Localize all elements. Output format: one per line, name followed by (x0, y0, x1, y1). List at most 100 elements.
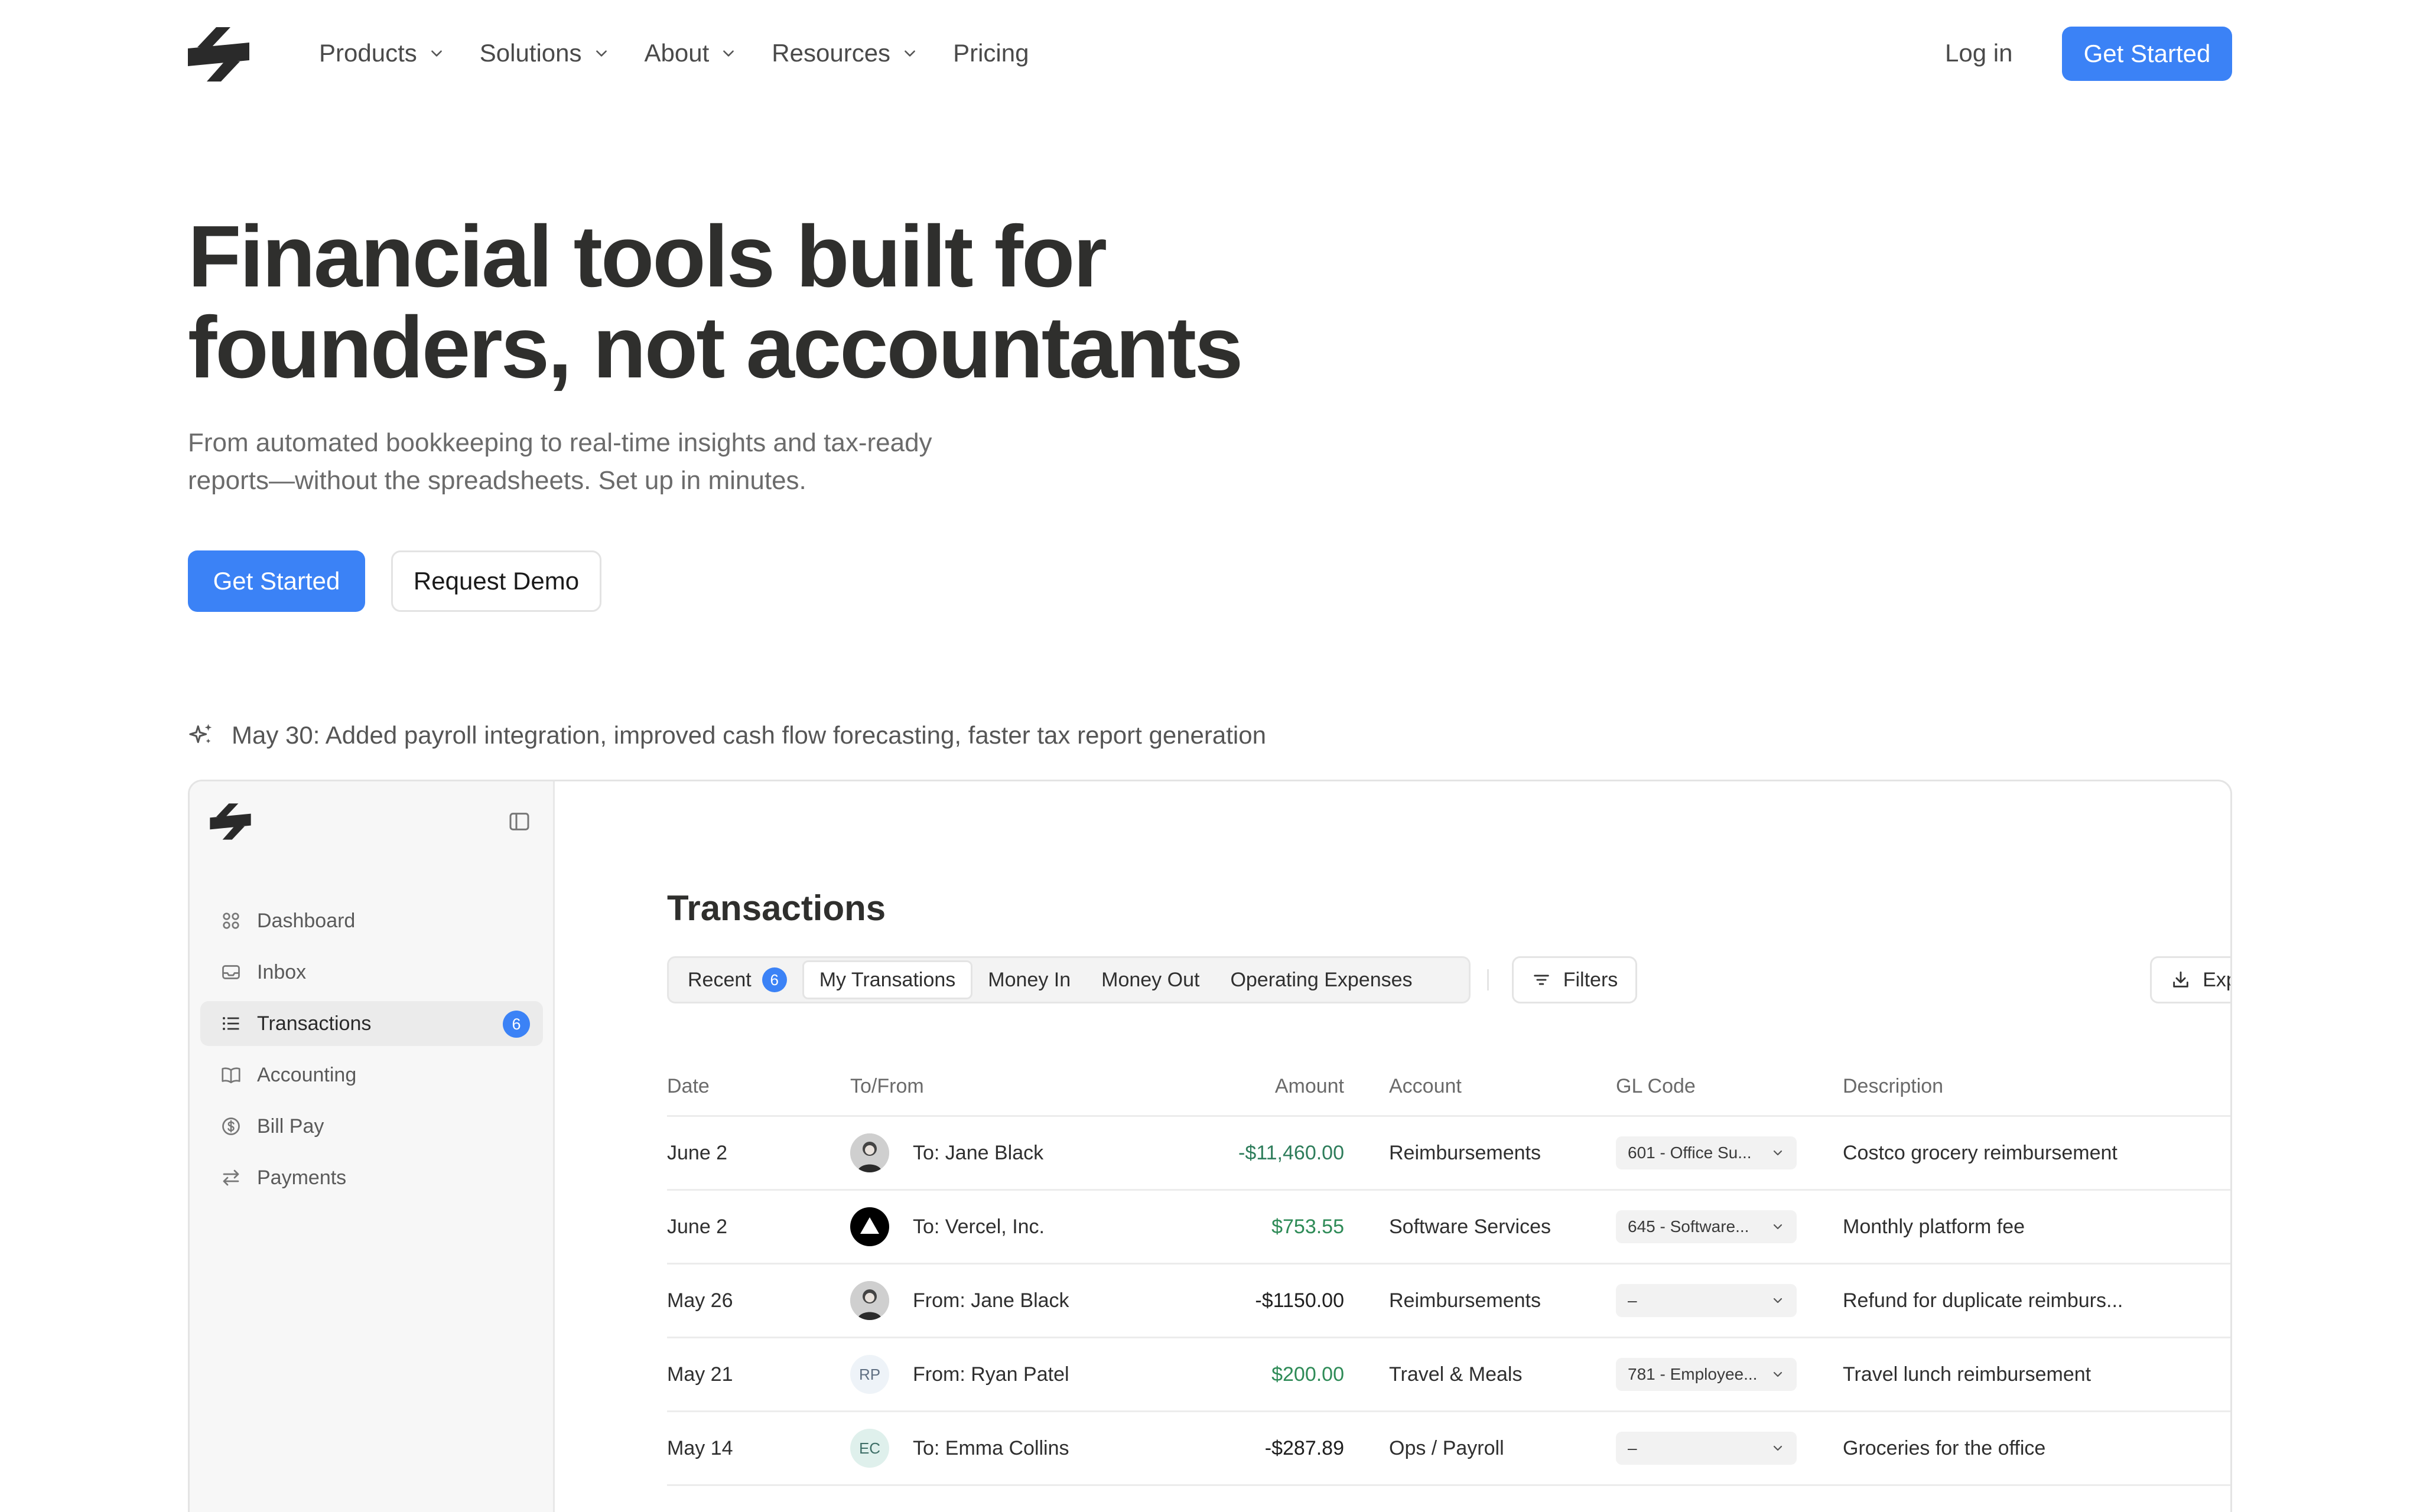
chevron-down-icon (905, 50, 915, 57)
download-icon (2173, 971, 2188, 988)
sidebar-item-bill-pay[interactable]: Bill Pay (200, 1104, 543, 1149)
column-header-gl-code[interactable]: GL Code (1616, 1075, 1843, 1098)
row-date: June 2 (667, 1215, 728, 1238)
app-preview: Dashboard Inbox Transactions 6 Accountin… (188, 780, 2232, 1512)
sidebar-item-label: Accounting (257, 1063, 357, 1086)
tab-money-in[interactable]: Money In (972, 960, 1086, 999)
nav-products[interactable]: Products (319, 35, 444, 71)
table-row[interactable]: May 21 RP From: Ryan Patel $200.00 Trave… (667, 1338, 2230, 1412)
column-header-account[interactable]: Account (1344, 1075, 1616, 1098)
page-title: Transactions (667, 888, 886, 928)
nav-resources[interactable]: Resources (772, 35, 918, 71)
gl-code-select[interactable]: 601 - Office Su... (1616, 1136, 1797, 1169)
row-description: Groceries for the office (1843, 1436, 2046, 1459)
gl-code-select[interactable]: – (1616, 1432, 1797, 1465)
chevron-down-icon (1773, 1298, 1783, 1304)
tab-label: Operating Expenses (1230, 968, 1413, 991)
nav-products-label: Products (319, 39, 417, 67)
list-icon (223, 1017, 239, 1030)
sidebar-item-accounting[interactable]: Accounting (200, 1052, 543, 1097)
row-counterparty: To: Vercel, Inc. (850, 1207, 1181, 1246)
row-counterparty: RP From: Ryan Patel (850, 1355, 1181, 1394)
sidebar-item-payments[interactable]: Payments (200, 1155, 543, 1200)
gl-code-select[interactable]: 645 - Software... (1616, 1210, 1797, 1243)
sidebar-item-label: Dashboard (257, 909, 356, 932)
get-started-nav-button[interactable]: Get Started (2062, 27, 2232, 81)
table-row[interactable]: May 14 EC To: Emma Collins -$287.89 Ops … (667, 1412, 2230, 1486)
get-started-button[interactable]: Get Started (188, 550, 365, 612)
brand-logo-icon[interactable] (188, 26, 249, 83)
transactions-table: Date To/From Amount Account GL Code Desc… (667, 1058, 2230, 1486)
tab-money-out[interactable]: Money Out (1086, 960, 1215, 999)
chevron-down-icon (1773, 1224, 1783, 1230)
column-header-to-from[interactable]: To/From (850, 1075, 1181, 1098)
column-header-amount[interactable]: Amount (1181, 1075, 1344, 1098)
dollar-icon (222, 1117, 240, 1135)
avatar: EC (850, 1429, 889, 1468)
sidebar-item-dashboard[interactable]: Dashboard (200, 898, 543, 943)
announcement-text: May 30: Added payroll integration, impro… (232, 721, 1266, 749)
hero-title: Financial tools built for founders, not … (188, 211, 1429, 393)
row-description: Monthly platform fee (1843, 1215, 2025, 1238)
transaction-tabs: Recent 6 My Transations Money In Money O… (667, 956, 1471, 1003)
nav-links: Products Solutions About Resources Prici… (319, 35, 1029, 71)
row-date: May 14 (667, 1436, 733, 1459)
gl-code-value: 601 - Office Su... (1628, 1143, 1752, 1162)
person-photo-icon (850, 1133, 889, 1172)
gl-code-select[interactable]: – (1616, 1284, 1797, 1317)
vercel-triangle-icon (860, 1217, 879, 1234)
sidebar-toggle-icon[interactable] (508, 810, 531, 833)
app-logo-icon[interactable] (210, 803, 251, 840)
tab-label: My Transations (819, 968, 956, 991)
row-amount: -$287.89 (1264, 1436, 1344, 1459)
row-amount: $753.55 (1271, 1215, 1344, 1238)
tab-label: Money In (988, 968, 1071, 991)
row-gl-code-cell: 601 - Office Su... (1616, 1136, 1843, 1169)
export-all-button[interactable]: Export All (2150, 956, 2230, 1003)
row-counterparty-name: From: Ryan Patel (913, 1363, 1069, 1386)
nav-solutions[interactable]: Solutions (480, 35, 609, 71)
column-header-date[interactable]: Date (667, 1075, 850, 1098)
row-date: May 26 (667, 1289, 733, 1312)
column-header-description[interactable]: Description (1843, 1075, 2150, 1098)
gl-code-value: 781 - Employee... (1628, 1365, 1758, 1383)
table-row[interactable]: May 26 From: Jane Black -$1150.00 Reimbu… (667, 1265, 2230, 1338)
hero-subtitle-line-1: From automated bookkeeping to real-time … (188, 428, 932, 457)
tab-recent[interactable]: Recent 6 (672, 960, 802, 999)
sidebar-item-transactions[interactable]: Transactions 6 (200, 1001, 543, 1046)
row-counterparty-name: To: Jane Black (913, 1141, 1044, 1164)
recent-count-badge: 6 (762, 967, 787, 992)
announcement[interactable]: May 30: Added payroll integration, impro… (188, 715, 1266, 756)
table-row[interactable]: June 2 To: Jane Black -$11,460.00 Reimbu… (667, 1117, 2230, 1191)
row-gl-code-cell: 645 - Software... (1616, 1210, 1843, 1243)
sidebar-item-label: Bill Pay (257, 1115, 324, 1138)
request-demo-button[interactable]: Request Demo (391, 550, 601, 612)
top-navigation: Products Solutions About Resources Prici… (0, 0, 2420, 107)
hero-title-line-1: Financial tools built for (188, 208, 1107, 305)
nav-about[interactable]: About (645, 35, 737, 71)
chevron-down-icon (723, 50, 734, 57)
login-link[interactable]: Log in (1945, 35, 2012, 71)
filters-button[interactable]: Filters (1512, 956, 1637, 1003)
table-row[interactable]: June 2 To: Vercel, Inc. $753.55 Software… (667, 1191, 2230, 1265)
tab-label: Money Out (1101, 968, 1200, 991)
book-icon (222, 1067, 240, 1084)
person-photo-icon (850, 1281, 889, 1320)
export-label: Export All (2203, 968, 2230, 991)
row-date: June 2 (667, 1141, 728, 1164)
tab-operating-expenses[interactable]: Operating Expenses (1215, 960, 1427, 999)
nav-pricing[interactable]: Pricing (953, 35, 1029, 71)
gl-code-value: – (1628, 1439, 1637, 1457)
dashboard-icon (223, 913, 239, 929)
row-account: Reimbursements (1389, 1289, 1541, 1312)
row-counterparty: From: Jane Black (850, 1281, 1181, 1320)
row-gl-code-cell: 781 - Employee... (1616, 1358, 1843, 1391)
sidebar-item-inbox[interactable]: Inbox (200, 950, 543, 995)
tab-my-transactions[interactable]: My Transations (802, 960, 973, 999)
row-account: Software Services (1389, 1215, 1551, 1238)
avatar (850, 1133, 889, 1172)
row-amount: $200.00 (1271, 1363, 1344, 1386)
row-account: Travel & Meals (1389, 1363, 1523, 1386)
gl-code-select[interactable]: 781 - Employee... (1616, 1358, 1797, 1391)
transactions-count-badge: 6 (503, 1011, 530, 1038)
